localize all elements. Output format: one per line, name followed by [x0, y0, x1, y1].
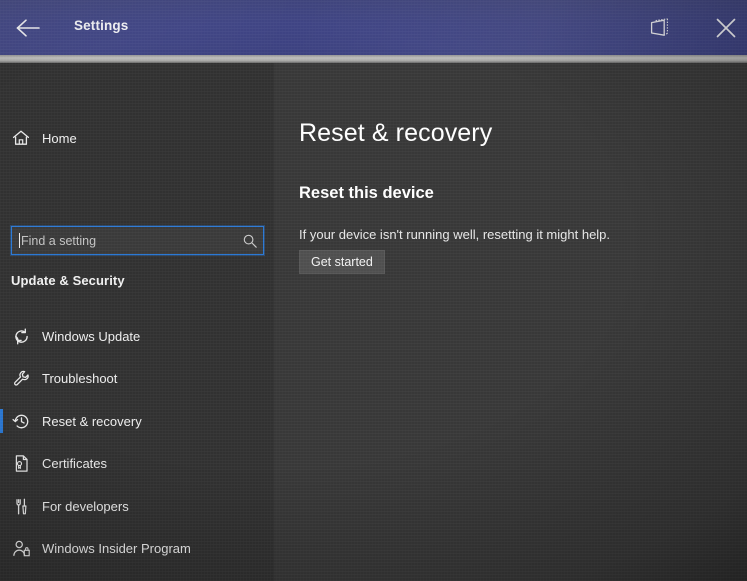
sidebar-home-label: Home	[42, 130, 77, 146]
home-icon	[0, 129, 42, 147]
sidebar-item-reset-recovery[interactable]: Reset & recovery	[0, 400, 274, 443]
history-clock-icon	[0, 412, 42, 431]
sidebar-nav: Windows Update Troubleshoot Reset & reco…	[0, 315, 274, 570]
sidebar-category-title: Update & Security	[11, 273, 125, 288]
section-title: Reset this device	[299, 184, 434, 202]
back-button[interactable]	[6, 8, 50, 48]
sidebar-item-home[interactable]: Home	[0, 120, 274, 156]
back-arrow-icon	[15, 18, 41, 38]
page-title: Reset & recovery	[299, 119, 493, 147]
section-description: If your device isn't running well, reset…	[299, 227, 611, 242]
search-box[interactable]	[11, 226, 264, 255]
content-pane: Reset & recovery Reset this device If yo…	[274, 62, 747, 581]
sidebar-item-label: Reset & recovery	[42, 413, 142, 429]
search-input[interactable]	[20, 227, 237, 254]
sidebar: Home Update & Security	[0, 62, 274, 581]
wrench-icon	[0, 369, 42, 388]
sidebar-item-troubleshoot[interactable]: Troubleshoot	[0, 358, 274, 401]
sidebar-item-windows-update[interactable]: Windows Update	[0, 315, 274, 358]
restore-window-button[interactable]	[640, 8, 680, 48]
developer-tools-icon	[0, 497, 42, 516]
sidebar-item-windows-insider-program[interactable]: Windows Insider Program	[0, 528, 274, 571]
settings-window: Settings Home Find a setting Update & Se…	[0, 0, 747, 581]
selection-indicator	[0, 409, 3, 433]
refresh-icon	[0, 327, 42, 346]
certificate-document-icon	[0, 454, 42, 473]
close-button[interactable]	[706, 8, 746, 48]
person-badge-icon	[0, 539, 42, 558]
restore-window-icon	[648, 16, 672, 40]
sidebar-item-label: Windows Insider Program	[42, 541, 191, 557]
sidebar-item-label: For developers	[42, 498, 129, 514]
get-started-button[interactable]: Get started	[299, 250, 385, 274]
window-title: Settings	[74, 18, 129, 33]
close-icon	[713, 15, 739, 41]
search-icon[interactable]	[237, 227, 263, 254]
sidebar-item-for-developers[interactable]: For developers	[0, 485, 274, 528]
sidebar-item-label: Certificates	[42, 456, 108, 472]
title-bar: Settings	[0, 0, 747, 55]
sidebar-item-label: Windows Update	[42, 328, 141, 344]
sidebar-item-label: Troubleshoot	[42, 371, 118, 387]
sidebar-item-certificates[interactable]: Certificates	[0, 443, 274, 486]
